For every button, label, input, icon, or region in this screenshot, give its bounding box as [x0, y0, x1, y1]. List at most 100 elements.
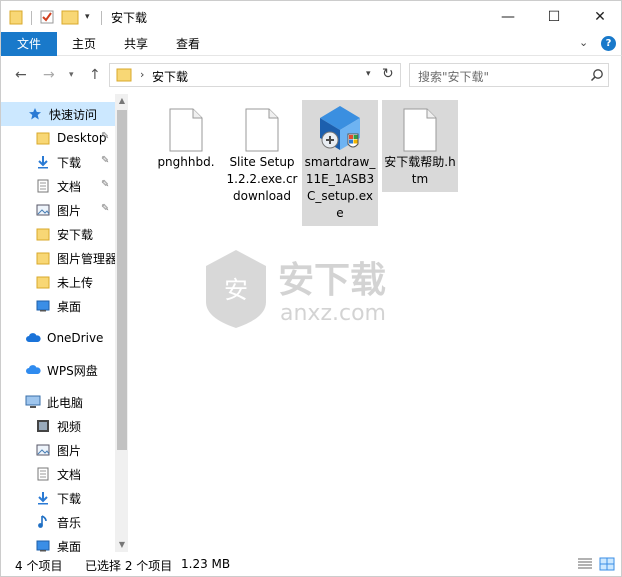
- search-icon[interactable]: [590, 68, 604, 85]
- up-button[interactable]: ↑: [89, 66, 101, 84]
- new-folder-icon[interactable]: [61, 6, 79, 28]
- folder-icon: [35, 226, 51, 242]
- sidebar-item-label: 文档: [57, 179, 82, 194]
- pin-icon: ✎: [101, 155, 110, 166]
- expand-ribbon-icon[interactable]: ⌄: [579, 36, 588, 49]
- close-button[interactable]: ✕: [577, 1, 622, 32]
- path-separator[interactable]: ›: [140, 68, 144, 81]
- back-button[interactable]: ←: [15, 66, 27, 84]
- watermark-subtext: anxz.com: [280, 301, 386, 326]
- address-dropdown[interactable]: ▾: [366, 69, 371, 79]
- folder-icon[interactable]: [9, 6, 23, 28]
- sidebar-item-onedrive[interactable]: OneDrive: [1, 326, 115, 350]
- sidebar-item-label: WPS网盘: [47, 363, 98, 378]
- navigation-pane: 快速访问 Desktop ✎ 下载 ✎ 文档 ✎ 图片 ✎ 安下载 图片管理器 …: [0, 94, 129, 554]
- watermark-text: 安下载: [278, 260, 386, 301]
- blank-file-icon: [224, 100, 300, 152]
- installer-icon: [302, 100, 378, 152]
- sidebar-item-label: 图片: [57, 203, 82, 218]
- details-view-icon[interactable]: [577, 557, 593, 574]
- minimize-button[interactable]: —: [485, 1, 531, 32]
- star-icon: [27, 106, 43, 122]
- sidebar-item-not-uploaded[interactable]: 未上传: [1, 270, 115, 294]
- customize-toolbar-dropdown[interactable]: ▾: [85, 6, 90, 28]
- toolbar-divider: [101, 11, 102, 25]
- sidebar-item-pictures-pc[interactable]: 图片: [1, 438, 115, 462]
- pin-icon: ✎: [101, 131, 110, 142]
- scroll-down-button[interactable]: ▼: [115, 540, 129, 549]
- sidebar-item-label: 下载: [57, 491, 82, 506]
- music-icon: [35, 514, 51, 530]
- scrollbar-thumb[interactable]: [117, 110, 127, 450]
- folder-icon: [35, 250, 51, 266]
- folder-icon: [35, 274, 51, 290]
- sidebar-item-documents[interactable]: 文档 ✎: [1, 174, 115, 198]
- sidebar-item-label: OneDrive: [47, 331, 104, 345]
- sidebar-item-wps-cloud[interactable]: WPS网盘: [1, 358, 115, 382]
- recent-locations-dropdown[interactable]: ▾: [69, 66, 74, 84]
- cloud-icon: [25, 362, 41, 378]
- window-title: 安下载: [111, 11, 148, 25]
- sidebar-item-label: 图片管理器: [57, 251, 115, 266]
- watermark-logo: 安 安下载 anxz.com: [200, 246, 420, 330]
- scroll-up-button[interactable]: ▲: [115, 96, 129, 105]
- status-bar: 4 个项目 已选择 2 个项目 1.23 MB: [0, 552, 622, 577]
- sidebar-item-documents-pc[interactable]: 文档: [1, 462, 115, 486]
- tab-share[interactable]: 共享: [113, 32, 159, 56]
- maximize-button[interactable]: ☐: [531, 1, 577, 32]
- tab-file[interactable]: 文件: [1, 32, 57, 56]
- sidebar-item-anxz[interactable]: 安下载: [1, 222, 115, 246]
- sidebar-item-videos[interactable]: 视频: [1, 414, 115, 438]
- sidebar-item-label: 快速访问: [49, 107, 98, 122]
- file-item[interactable]: Slite Setup 1.2.2.exe.crdownload: [224, 100, 300, 209]
- sidebar-item-label: 视频: [57, 419, 82, 434]
- sidebar-item-desktop-cn[interactable]: 桌面: [1, 294, 115, 318]
- sidebar-item-quick-access[interactable]: 快速访问: [1, 102, 115, 126]
- blank-file-icon: [382, 100, 458, 152]
- sidebar-item-pictures[interactable]: 图片 ✎: [1, 198, 115, 222]
- toolbar-divider: [31, 11, 32, 25]
- sidebar-item-picture-manager[interactable]: 图片管理器: [1, 246, 115, 270]
- file-item[interactable]: 安下载帮助.htm: [382, 100, 458, 192]
- file-name: Slite Setup 1.2.2.exe.crdownload: [226, 155, 298, 203]
- large-icons-view-icon[interactable]: [599, 557, 615, 574]
- pin-icon: ✎: [101, 203, 110, 214]
- sidebar-item-desktop[interactable]: Desktop ✎: [1, 126, 115, 150]
- download-icon: [35, 154, 51, 170]
- document-icon: [35, 178, 51, 194]
- download-icon: [35, 490, 51, 506]
- navpane-scrollbar[interactable]: ▲ ▼: [115, 94, 129, 552]
- search-input[interactable]: 搜索"安下载": [409, 63, 609, 87]
- refresh-button[interactable]: ↻: [382, 66, 394, 82]
- sidebar-item-label: 下载: [57, 155, 82, 170]
- title-bar: ▾ 安下载 — ☐ ✕: [0, 0, 622, 32]
- sidebar-item-label: Desktop: [57, 131, 107, 145]
- file-item[interactable]: smartdraw_11E_1ASB3C_setup.exe: [302, 100, 378, 226]
- sidebar-item-label: 未上传: [57, 275, 94, 290]
- folder-icon: [116, 68, 132, 85]
- sidebar-item-downloads-pc[interactable]: 下载: [1, 486, 115, 510]
- sidebar-item-downloads[interactable]: 下载 ✎: [1, 150, 115, 174]
- document-icon: [35, 466, 51, 482]
- properties-icon[interactable]: [39, 6, 55, 28]
- tab-home[interactable]: 主页: [61, 32, 107, 56]
- address-row: ← → ▾ ↑ › 安下载 ▾ ↻ 搜索"安下载": [0, 56, 622, 94]
- sidebar-item-this-pc[interactable]: 此电脑: [1, 390, 115, 414]
- sidebar-item-label: 此电脑: [47, 395, 84, 410]
- sidebar-item-label: 桌面: [57, 299, 82, 314]
- video-icon: [35, 418, 51, 434]
- blank-file-icon: [148, 100, 224, 152]
- tab-view[interactable]: 查看: [165, 32, 211, 56]
- address-bar[interactable]: › 安下载 ▾ ↻: [109, 63, 401, 87]
- file-item[interactable]: pnghhbd.: [148, 100, 224, 175]
- file-name: smartdraw_11E_1ASB3C_setup.exe: [304, 155, 376, 220]
- ribbon-tabs: 文件 主页 共享 查看 ⌄ ?: [0, 32, 622, 56]
- help-icon[interactable]: ?: [601, 36, 616, 51]
- file-name: pnghhbd.: [157, 155, 215, 169]
- sidebar-item-label: 图片: [57, 443, 82, 458]
- breadcrumb-item[interactable]: 安下载: [152, 68, 188, 85]
- sidebar-item-music[interactable]: 音乐: [1, 510, 115, 534]
- sidebar-item-label: 安下载: [57, 227, 94, 242]
- picture-icon: [35, 442, 51, 458]
- forward-button[interactable]: →: [43, 66, 55, 84]
